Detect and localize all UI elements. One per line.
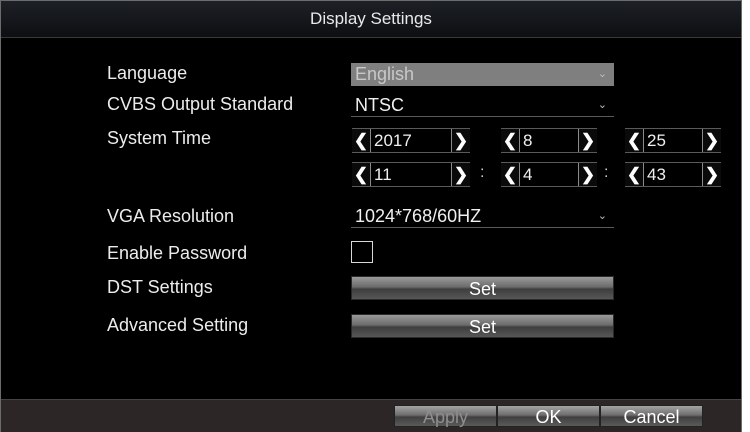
month-value: 8 — [523, 131, 533, 150]
year-spinner[interactable]: ❮ 2017 ❯ — [352, 128, 470, 153]
language-label: Language — [107, 63, 188, 83]
time-separator: : — [480, 164, 485, 181]
dialog-title: Display Settings — [310, 9, 432, 28]
enable-password-label: Enable Password — [107, 243, 248, 263]
dst-set-button[interactable]: Set — [351, 276, 614, 300]
advanced-set-button[interactable]: Set — [351, 314, 614, 338]
chevron-down-icon: ⌄ — [597, 210, 607, 222]
vga-value: 1024*768/60HZ — [355, 206, 482, 226]
apply-button[interactable]: Apply — [394, 405, 497, 427]
hour-spinner[interactable]: ❮ 11 ❯ — [352, 162, 470, 187]
chevron-left-icon[interactable]: ❮ — [352, 163, 371, 186]
second-spinner[interactable]: ❮ 43 ❯ — [625, 162, 721, 187]
chevron-right-icon[interactable]: ❯ — [702, 129, 721, 152]
chevron-right-icon[interactable]: ❯ — [451, 163, 470, 186]
language-dropdown[interactable]: English ⌄ — [351, 63, 614, 86]
chevron-left-icon[interactable]: ❮ — [501, 129, 520, 152]
chevron-left-icon[interactable]: ❮ — [352, 129, 371, 152]
chevron-right-icon[interactable]: ❯ — [578, 129, 597, 152]
chevron-left-icon[interactable]: ❮ — [625, 129, 644, 152]
title-bar: Display Settings — [1, 1, 741, 38]
chevron-left-icon[interactable]: ❮ — [501, 163, 520, 186]
minute-spinner[interactable]: ❮ 4 ❯ — [501, 162, 597, 187]
minute-value: 4 — [523, 165, 533, 184]
system-time-label: System Time — [107, 128, 212, 148]
day-spinner[interactable]: ❮ 25 ❯ — [625, 128, 721, 153]
cvbs-value: NTSC — [355, 95, 404, 115]
advanced-label: Advanced Setting — [107, 315, 249, 335]
vga-label: VGA Resolution — [107, 206, 235, 226]
vga-dropdown[interactable]: 1024*768/60HZ ⌄ — [351, 205, 614, 228]
cvbs-label: CVBS Output Standard — [107, 94, 294, 114]
second-value: 43 — [647, 165, 666, 184]
enable-password-checkbox[interactable] — [351, 241, 373, 263]
chevron-right-icon[interactable]: ❯ — [578, 163, 597, 186]
cvbs-dropdown[interactable]: NTSC ⌄ — [351, 94, 614, 117]
ok-button[interactable]: OK — [497, 405, 600, 427]
language-value: English — [355, 64, 415, 84]
cancel-button[interactable]: Cancel — [600, 405, 703, 427]
chevron-right-icon[interactable]: ❯ — [451, 129, 470, 152]
time-separator: : — [604, 164, 609, 181]
chevron-down-icon: ⌄ — [597, 68, 607, 80]
month-spinner[interactable]: ❮ 8 ❯ — [501, 128, 597, 153]
year-value: 2017 — [374, 131, 412, 150]
dst-label: DST Settings — [107, 277, 213, 297]
day-value: 25 — [647, 131, 666, 150]
display-settings-dialog: Display Settings Language English ⌄ CVBS… — [0, 0, 742, 432]
chevron-left-icon[interactable]: ❮ — [625, 163, 644, 186]
chevron-down-icon: ⌄ — [597, 99, 607, 111]
hour-value: 11 — [374, 165, 392, 184]
chevron-right-icon[interactable]: ❯ — [702, 163, 721, 186]
